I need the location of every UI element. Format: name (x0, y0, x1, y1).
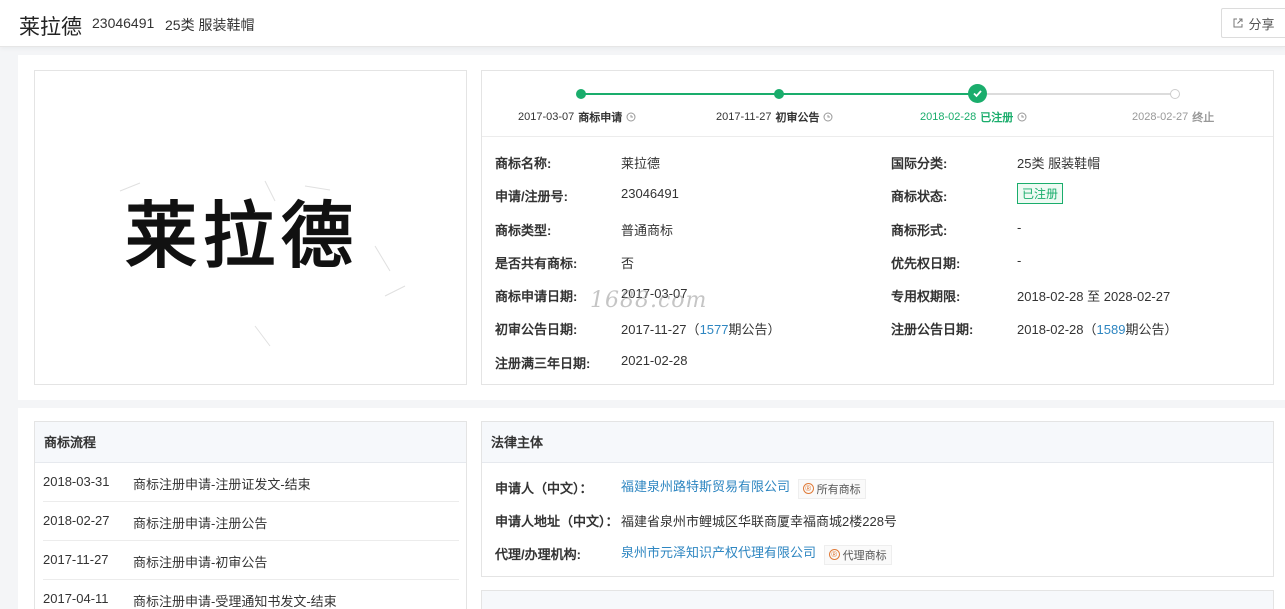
timeline-date: 2017-03-07 (518, 111, 575, 123)
timeline-date: 2018-02-28 (920, 111, 977, 123)
agent-link[interactable]: 泉州市元泽知识产权代理有限公司 (621, 545, 816, 560)
status-badge: 已注册 (1017, 183, 1064, 204)
shared-value: 否 (621, 256, 635, 271)
prelim-paren: （ (686, 322, 700, 337)
header-class: 25类 服装鞋帽 (165, 17, 255, 33)
timeline-dot-apply (576, 89, 586, 99)
priority-label: 优先权日期: (891, 256, 961, 271)
type-value: 普通商标 (621, 223, 674, 238)
address-value: 福建省泉州市鲤城区华联商厦幸福商城2楼228号 (621, 514, 897, 529)
agent-trademarks-label: 代理商标 (842, 549, 887, 562)
trademark-info-panel: 2017-03-07 商标申请 2017-11-27 初审公告 2018-02-… (481, 70, 1274, 385)
name-value: 莱拉德 (621, 156, 661, 171)
three-year-label: 注册满三年日期: (495, 356, 591, 371)
timeline-dot-prelim (774, 89, 784, 99)
status-value: 已注册 (1017, 183, 1064, 204)
shared-label: 是否共有商标: (495, 256, 578, 271)
timeline-step-registered: 2018-02-28 已注册 (920, 109, 1027, 125)
agent-label: 代理/办理机构: (495, 547, 581, 562)
intl-class-value: 25类 服装鞋帽 (1017, 156, 1101, 171)
timeline-step-apply: 2017-03-07 商标申请 (518, 109, 636, 125)
flow-date: 2018-02-27 (43, 513, 110, 528)
check-icon (973, 90, 982, 98)
trademark-flow-panel: 商标流程 2018-03-31 商标注册申请-注册证发文-结束 2018-02-… (34, 421, 467, 609)
legal-title: 法律主体 (482, 422, 1273, 463)
timeline-dot-end (1170, 89, 1180, 99)
timeline-date: 2017-11-27 (716, 111, 772, 123)
prelim-issue-link[interactable]: 1577 (700, 322, 729, 337)
flow-row: 2018-03-31 商标注册申请-注册证发文-结束 (43, 463, 459, 502)
status-timeline: 2017-03-07 商标申请 2017-11-27 初审公告 2018-02-… (482, 71, 1273, 137)
timeline-step-label: 初审公告 (775, 112, 820, 124)
timeline-step-prelim: 2017-11-27 初审公告 (716, 109, 833, 125)
clock-icon (823, 112, 833, 122)
page-title: 莱拉德 (19, 16, 82, 39)
prelim-label: 初审公告日期: (495, 322, 578, 337)
flow-row: 2018-02-27 商标注册申请-注册公告 (43, 502, 459, 541)
page-header: 莱拉德 23046491 25类 服装鞋帽 分享 (0, 0, 1285, 47)
flow-text: 商标注册申请-注册证发文-结束 (133, 477, 311, 492)
timeline-step-label: 终止 (1192, 112, 1215, 124)
r-icon: ® (828, 549, 840, 560)
name-label: 商标名称: (495, 156, 552, 171)
legal-entity-panel: 法律主体 申请人（中文）： 福建泉州路特斯贸易有限公司 ® 所有商标 申请人地址（… (481, 421, 1274, 577)
next-panel-header (481, 590, 1274, 609)
timeline-remaining (978, 93, 1175, 95)
flow-title: 商标流程 (35, 422, 466, 463)
reg-pub-suffix: 期公告） (1125, 322, 1178, 337)
header-reg-no: 23046491 (92, 15, 155, 31)
clock-icon (1017, 112, 1027, 122)
reg-pub-date: 2018-02-28 (1017, 322, 1084, 337)
applicant-label: 申请人（中文）： (495, 481, 593, 496)
timeline-step-end: 2028-02-27 终止 (1132, 109, 1214, 125)
flow-date: 2018-03-31 (43, 474, 110, 489)
prelim-value: 2017-11-27（1577期公告） (621, 319, 781, 338)
share-label: 分享 (1248, 16, 1275, 32)
flow-row: 2017-04-11 商标注册申请-受理通知书发文-结束 (43, 580, 459, 609)
all-trademarks-label: 所有商标 (816, 483, 861, 496)
reg-pub-label: 注册公告日期: (891, 322, 974, 337)
trademark-image-text: 莱拉德 (125, 193, 359, 278)
three-year-value: 2021-02-28 (621, 353, 688, 368)
applicant-link[interactable]: 福建泉州路特斯贸易有限公司 (621, 479, 790, 494)
trademark-image: 莱拉德 (119, 180, 406, 347)
timeline-date: 2028-02-27 (1132, 111, 1189, 123)
exclusive-label: 专用权期限: (891, 289, 961, 304)
reg-pub-paren: （ (1083, 322, 1097, 337)
timeline-step-label: 商标申请 (578, 112, 623, 124)
timeline-dot-registered (968, 84, 987, 103)
type-label: 商标类型: (495, 223, 552, 238)
agent-value: 泉州市元泽知识产权代理有限公司 ® 代理商标 (621, 542, 892, 565)
flow-row: 2017-11-27 商标注册申请-初审公告 (43, 541, 459, 580)
flow-text: 商标注册申请-初审公告 (133, 555, 268, 570)
address-label: 申请人地址（中文）： (495, 514, 619, 529)
share-button[interactable]: 分享 (1221, 8, 1285, 38)
applicant-value: 福建泉州路特斯贸易有限公司 ® 所有商标 (621, 476, 866, 499)
status-label: 商标状态: (891, 189, 948, 204)
form-value: - (1017, 220, 1022, 235)
reg-no-value: 23046491 (621, 186, 679, 201)
intl-class-label: 国际分类: (891, 156, 948, 171)
flow-date: 2017-04-11 (43, 591, 109, 606)
trademark-image-panel: 莱拉德 (34, 70, 467, 385)
flow-text: 商标注册申请-注册公告 (133, 516, 268, 531)
apply-date-label: 商标申请日期: (495, 289, 578, 304)
reg-pub-value: 2018-02-28（1589期公告） (1017, 319, 1177, 338)
exclusive-value: 2018-02-28 至 2028-02-27 (1017, 289, 1171, 304)
r-icon: ® (802, 483, 814, 494)
reg-no-label: 申请/注册号: (495, 189, 568, 204)
flow-date: 2017-11-27 (43, 552, 109, 567)
share-icon (1233, 18, 1243, 28)
all-trademarks-tag[interactable]: ® 所有商标 (797, 478, 866, 499)
prelim-suffix: 期公告） (728, 322, 781, 337)
timeline-step-label: 已注册 (980, 112, 1014, 124)
watermark: 1688.com (590, 288, 708, 313)
priority-value: - (1017, 253, 1022, 268)
prelim-date: 2017-11-27 (621, 322, 687, 337)
clock-icon (626, 112, 636, 122)
agent-trademarks-tag[interactable]: ® 代理商标 (823, 544, 892, 565)
form-label: 商标形式: (891, 223, 948, 238)
reg-pub-issue-link[interactable]: 1589 (1097, 322, 1126, 337)
flow-text: 商标注册申请-受理通知书发文-结束 (133, 594, 337, 609)
